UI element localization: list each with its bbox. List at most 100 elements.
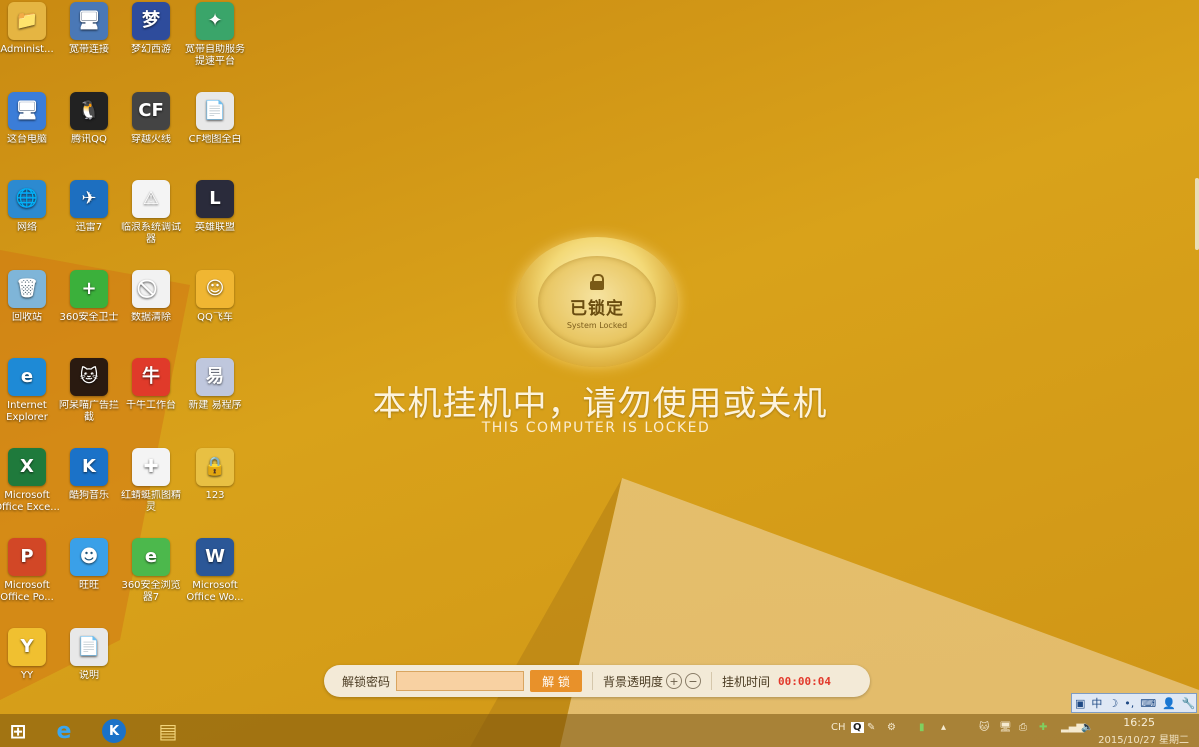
desktop-shortcut-label: 数据清除: [131, 312, 171, 323]
ime-item[interactable]: •,: [1124, 697, 1134, 710]
opacity-label: 背景透明度: [603, 674, 664, 689]
desktop-shortcut-label: YY: [20, 670, 34, 681]
file-explorer-icon[interactable]: ▤: [154, 717, 182, 745]
lock-folder-icon: 🔒: [196, 448, 234, 486]
desktop-shortcut-label: QQ飞车: [197, 312, 233, 323]
desktop-shortcut[interactable]: ✚ 红蜻蜓抓图精灵: [118, 448, 184, 514]
desktop-shortcut[interactable]: 易新建 易程序: [182, 358, 248, 412]
desktop-shortcut-label: 说明: [79, 670, 99, 681]
network-connection-icon: 🖥: [70, 2, 108, 40]
opacity-increase-button[interactable]: +: [666, 673, 683, 689]
tray-app-icon[interactable]: ✎: [867, 722, 875, 733]
windows-start-icon[interactable]: ⊞: [4, 717, 32, 745]
kugou-icon[interactable]: K: [102, 719, 126, 743]
tray-app-icon[interactable]: 🖥: [999, 722, 1012, 733]
desktop-shortcut[interactable]: 🐧 腾讯QQ: [56, 92, 122, 146]
lock-status-label: 已锁定: [570, 299, 624, 319]
desktop-shortcut[interactable]: 🌐 网络: [0, 180, 60, 234]
battery-icon[interactable]: ▮: [919, 722, 925, 733]
excel-icon: X: [8, 448, 46, 486]
browser-360-icon: e: [132, 538, 170, 576]
cat-adblock-icon: 🐱: [70, 358, 108, 396]
clock-date[interactable]: 2015/10/27 星期二: [1098, 731, 1189, 746]
desktop-shortcut[interactable]: 🖥 宽带连接: [56, 2, 122, 56]
desktop-shortcut[interactable]: +360安全卫士: [56, 270, 122, 324]
ime-item[interactable]: ☽: [1108, 697, 1118, 710]
lock-title: 本机挂机中，请勿使用或关机: [372, 384, 828, 424]
lol-icon: L: [196, 180, 234, 218]
ie-icon[interactable]: e: [50, 717, 78, 745]
desktop-shortcut-label: 梦幻西游: [131, 44, 171, 55]
desktop-shortcut[interactable]: 🐱 阿呆喵广告拦截: [56, 358, 122, 424]
password-input[interactable]: [396, 671, 524, 691]
desktop-shortcut[interactable]: ✈ 迅雷7: [56, 180, 122, 234]
opacity-decrease-button[interactable]: −: [685, 673, 702, 689]
desktop-shortcut[interactable]: K 酷狗音乐: [56, 448, 122, 502]
desktop-shortcut-label: 红蜻蜓抓图精灵: [121, 490, 181, 513]
desktop-shortcut[interactable]: CF 穿越火线: [118, 92, 184, 146]
desktop-shortcut[interactable]: 🗑 回收站: [0, 270, 60, 324]
ime-item[interactable]: ⌨: [1140, 697, 1156, 710]
language-indicator[interactable]: CH: [831, 722, 846, 733]
tray-q-icon[interactable]: Q: [851, 722, 864, 733]
desktop-shortcut[interactable]: 梦梦幻西游: [118, 2, 184, 56]
no-sign-icon: ⃠: [132, 270, 170, 308]
desktop-shortcut-label: 英雄联盟: [195, 222, 235, 233]
desktop-shortcut-label: CF地图全白: [188, 134, 242, 145]
desktop-shortcut[interactable]: 牛千牛工作台: [118, 358, 184, 412]
crossfire-icon: CF: [132, 92, 170, 130]
divider: [711, 672, 713, 690]
volume-icon[interactable]: 🔈: [1081, 722, 1093, 733]
desktop-shortcut[interactable]: ✦ 宽带自助服务提速平台: [182, 2, 248, 68]
desktop-shortcut[interactable]: L 英雄联盟: [182, 180, 248, 234]
desktop-shortcut[interactable]: ⚠ 临浪系统调试器: [118, 180, 184, 246]
desktop-shortcut[interactable]: P Microsoft Office Po...: [0, 538, 60, 604]
desktop-shortcut[interactable]: X Microsoft Office Exce...: [0, 448, 60, 514]
desktop-shortcut[interactable]: 📄 说明: [56, 628, 122, 682]
padlock-icon: [589, 274, 605, 290]
show-hidden-icons[interactable]: ▴: [941, 722, 946, 733]
input-method-bar[interactable]: ▣ 中 ☽ •, ⌨ 👤 🔧: [1071, 693, 1197, 713]
desktop-shortcut[interactable]: Y YY: [0, 628, 60, 682]
desktop-shortcut-label: Internet Explorer: [6, 400, 48, 423]
network-globe-icon: 🌐: [8, 180, 46, 218]
desktop-shortcut-label: 迅雷7: [75, 222, 103, 233]
desktop-shortcut[interactable]: e Internet Explorer: [0, 358, 60, 424]
ime-item[interactable]: 中: [1091, 695, 1102, 711]
password-label: 解锁密码: [342, 674, 391, 689]
shield-360-icon[interactable]: ✚: [1039, 722, 1047, 733]
desktop-shortcut-label: 360安全卫士: [59, 312, 119, 323]
desktop-shortcut[interactable]: 🖥 这台电脑: [0, 92, 60, 146]
desktop-shortcut[interactable]: ☺ QQ飞车: [182, 270, 248, 324]
desktop-shortcut[interactable]: 📄 CF地图全白: [182, 92, 248, 146]
lock-badge: 已锁定 System Locked: [516, 237, 678, 367]
folder-user-icon: 📁: [8, 2, 46, 40]
clock-time[interactable]: 16:25: [1123, 716, 1155, 729]
desktop-shortcut[interactable]: 🔒 123: [182, 448, 248, 502]
desktop-shortcut[interactable]: W Microsoft Office Wo...: [182, 538, 248, 604]
desktop-shortcut-label: Microsoft Office Wo...: [186, 580, 244, 603]
desktop-shortcut-label: 腾讯QQ: [71, 134, 107, 145]
tray-app-icon[interactable]: 🐱: [979, 722, 989, 733]
tray-app-icon[interactable]: ⎙: [1019, 722, 1027, 733]
tray-app-icon[interactable]: ⚙: [887, 722, 896, 733]
desktop-shortcut[interactable]: 📁 Administ...: [0, 2, 60, 56]
desktop-shortcut-label: 360安全浏览器7: [121, 580, 181, 603]
unlock-button[interactable]: 解 锁: [530, 670, 582, 692]
desktop-shortcut[interactable]: e 360安全浏览器7: [118, 538, 184, 604]
ime-item[interactable]: 🔧: [1182, 697, 1196, 710]
document-icon: 📄: [196, 92, 234, 130]
ime-item[interactable]: 👤: [1162, 697, 1176, 710]
desktop-shortcut-label: 穿越火线: [131, 134, 171, 145]
epl-file-icon: 易: [196, 358, 234, 396]
divider: [592, 672, 593, 690]
desktop-shortcut-label: 这台电脑: [7, 134, 47, 145]
taskbar: ⊞ e K ▤ CH Q ✎ ⚙ ▮ ▴ 🐱 🖥 ⎙ ✚ ▂▄▆ 🔈 16:25…: [0, 714, 1199, 747]
xunlei-bird-icon: ✈: [70, 180, 108, 218]
qq-penguin-icon: 🐧: [70, 92, 108, 130]
desktop-shortcut[interactable]: ⃠ 数据清除: [118, 270, 184, 324]
screen-edge-handle: [1195, 178, 1199, 250]
lock-status-label-en: System Locked: [566, 321, 628, 330]
desktop-shortcut[interactable]: ☻ 旺旺: [56, 538, 122, 592]
powerpoint-icon: P: [8, 538, 46, 576]
